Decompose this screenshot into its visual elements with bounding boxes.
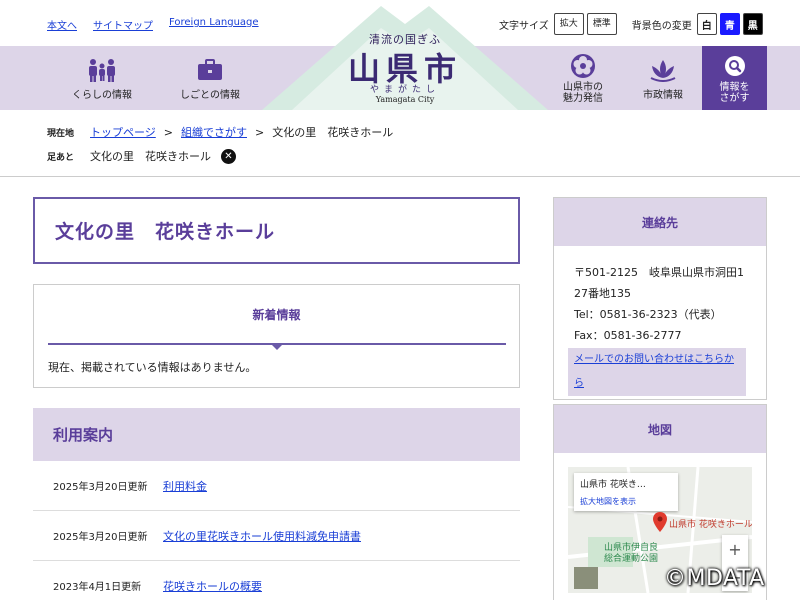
copyright-watermark: ©MDATA bbox=[664, 566, 765, 591]
site-logo[interactable]: 清流の国ぎふ 山県市 やまがたし Yamagata City bbox=[262, 0, 548, 110]
nav-label-miryoku-2: 魅力発信 bbox=[563, 93, 603, 104]
map-card-title: 山県市 花咲き… bbox=[580, 480, 646, 490]
item-link[interactable]: 利用料金 bbox=[163, 478, 207, 494]
contact-fax: Fax：0581-36-2777 bbox=[574, 329, 682, 342]
map-park-label-1: 山県市伊自良 bbox=[604, 543, 659, 553]
contact-box: 連絡先 〒501-2125 岐阜県山県市洞田1 27番地135 Tel：0581… bbox=[553, 197, 767, 400]
news-empty-text: 現在、掲載されている情報はありません。 bbox=[48, 361, 257, 374]
bg-black-button[interactable]: 黒 bbox=[742, 13, 763, 35]
item-link[interactable]: 文化の里花咲きホール使用料減免申請書 bbox=[163, 528, 361, 544]
map-pin-label: 山県市 花咲きホール bbox=[669, 520, 752, 530]
nav-label-shisei: 市政情報 bbox=[643, 89, 683, 101]
usage-heading: 利用案内 bbox=[33, 408, 520, 461]
breadcrumb-top-link[interactable]: トップページ bbox=[90, 124, 156, 140]
news-section: 新着情報 現在、掲載されている情報はありません。 bbox=[33, 284, 520, 388]
breadcrumb: 現在地 トップページ > 組織でさがす > 文化の里 花咲きホール 足あと 文化… bbox=[47, 120, 393, 168]
breadcrumb-separator: > bbox=[255, 125, 265, 139]
breadcrumb-separator: > bbox=[163, 125, 173, 139]
history-item[interactable]: 文化の里 花咲きホール bbox=[90, 148, 211, 164]
nav-item-search[interactable]: 情報を さがす bbox=[702, 46, 767, 110]
triangle-down-icon bbox=[271, 344, 283, 350]
family-icon bbox=[86, 56, 118, 84]
breadcrumb-history: 足あと 文化の里 花咲きホール ✕ bbox=[47, 144, 393, 168]
utility-links: 本文へ サイトマップ Foreign Language bbox=[47, 17, 259, 32]
map-park-label-2: 総合運動公園 bbox=[604, 554, 659, 564]
logo-english: Yamagata City bbox=[375, 95, 435, 104]
page-title: 文化の里 花咲きホール bbox=[55, 221, 276, 243]
bg-white-button[interactable]: 白 bbox=[696, 13, 717, 35]
logo-kana: やまがたし bbox=[369, 85, 440, 95]
bg-color-label: 背景色の変更 bbox=[631, 20, 692, 32]
contact-tel: Tel：0581-36-2323（代表） bbox=[574, 308, 722, 321]
breadcrumb-current: 現在地 トップページ > 組織でさがす > 文化の里 花咲きホール bbox=[47, 120, 393, 144]
nav-label-shigoto: しごとの情報 bbox=[180, 89, 240, 101]
nav-label-search-2: さがす bbox=[719, 93, 750, 104]
map-park-label: 山県市伊自良 総合運動公園 bbox=[604, 543, 658, 565]
contact-mail-link[interactable]: メールでのお問い合わせはこちらから bbox=[568, 348, 746, 396]
flower-emblem-icon bbox=[567, 52, 599, 80]
skip-to-content-link[interactable]: 本文へ bbox=[47, 17, 77, 32]
item-link[interactable]: 花咲きホールの概要 bbox=[163, 578, 262, 594]
map-info-card: 山県市 花咲き… 拡大地図を表示 bbox=[574, 473, 678, 511]
briefcase-icon bbox=[194, 56, 226, 84]
item-date: 2025年3月20日更新 bbox=[53, 532, 148, 543]
map-heading: 地図 bbox=[554, 405, 766, 453]
nav-item-shigoto[interactable]: しごとの情報 bbox=[170, 46, 250, 110]
breadcrumb-label: 現在地 bbox=[47, 128, 75, 139]
zoom-in-button[interactable]: + bbox=[728, 540, 741, 559]
news-heading: 新着情報 bbox=[252, 308, 301, 322]
item-date: 2023年4月1日更新 bbox=[53, 582, 142, 593]
list-item: 2023年4月1日更新 花咲きホールの概要 bbox=[33, 561, 520, 600]
font-standard-button[interactable]: 標準 bbox=[586, 13, 617, 35]
nav-item-shisei[interactable]: 市政情報 bbox=[630, 46, 696, 110]
nav-label-search-1: 情報を bbox=[719, 82, 750, 93]
font-enlarge-button[interactable]: 拡大 bbox=[553, 13, 584, 35]
breadcrumb-org-link[interactable]: 組織でさがす bbox=[181, 124, 247, 140]
lotus-icon bbox=[647, 56, 679, 84]
usage-list: 2025年3月20日更新 利用料金 2025年3月20日更新 文化の里花咲きホー… bbox=[33, 461, 520, 600]
nav-label-kurashi: くらしの情報 bbox=[72, 89, 132, 101]
list-item: 2025年3月20日更新 利用料金 bbox=[33, 461, 520, 511]
page-title-box: 文化の里 花咲きホール bbox=[33, 197, 520, 264]
nav-label-miryoku-1: 山県市の bbox=[563, 81, 603, 93]
item-date: 2025年3月20日更新 bbox=[53, 482, 148, 493]
contact-body: 〒501-2125 岐阜県山県市洞田1 27番地135 Tel：0581-36-… bbox=[554, 246, 766, 396]
search-icon bbox=[719, 52, 751, 80]
map-pin-icon bbox=[653, 512, 667, 532]
header-divider bbox=[0, 176, 800, 177]
history-label: 足あと bbox=[47, 152, 75, 163]
close-icon[interactable]: ✕ bbox=[221, 148, 236, 164]
bg-blue-button[interactable]: 青 bbox=[719, 13, 740, 35]
map-enlarge-link[interactable]: 拡大地図を表示 bbox=[580, 496, 672, 507]
nav-item-kurashi[interactable]: くらしの情報 bbox=[62, 46, 142, 110]
contact-heading: 連絡先 bbox=[554, 198, 766, 246]
contact-address-1: 〒501-2125 岐阜県山県市洞田1 bbox=[574, 266, 744, 279]
foreign-language-link[interactable]: Foreign Language bbox=[169, 17, 259, 32]
breadcrumb-current-page: 文化の里 花咲きホール bbox=[272, 126, 394, 139]
nav-item-miryoku[interactable]: 山県市の 魅力発信 bbox=[550, 46, 616, 110]
contact-address-2: 27番地135 bbox=[574, 287, 631, 300]
sitemap-link[interactable]: サイトマップ bbox=[93, 17, 153, 32]
list-item: 2025年3月20日更新 文化の里花咲きホール使用料減免申請書 bbox=[33, 511, 520, 561]
